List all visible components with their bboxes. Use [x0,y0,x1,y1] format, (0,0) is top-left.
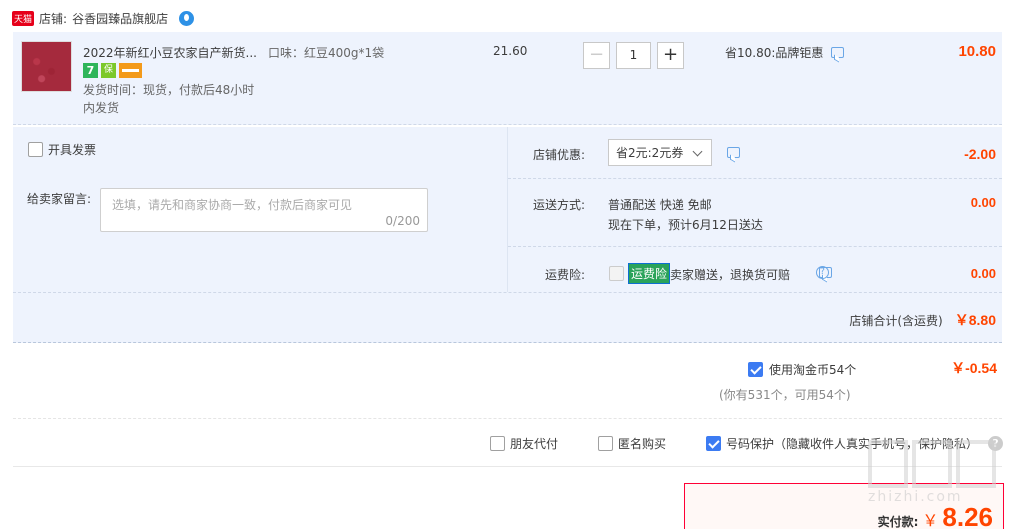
chevron-down-icon [692,146,703,157]
shop-discount-selected: 省2元:2元券 [616,146,684,160]
question-icon[interactable]: ? [816,266,829,279]
friend-pay-label: 朋友代付 [510,437,559,451]
invoice-checkbox[interactable] [28,142,43,157]
item-thumbnail[interactable] [21,41,72,92]
shop-discount-label: 店铺优惠: [533,148,586,162]
divider [508,178,1002,179]
insurance-amount: 0.00 [970,266,996,281]
card-payment-icon [119,63,142,78]
wangwang-chat-icon[interactable] [179,10,195,26]
unit-price: 21.60 [493,44,528,58]
message-label: 给卖家留言: [27,192,92,206]
shop-discount-select[interactable]: 省2元:2元券 [608,139,712,166]
promo-text: 省10.80:品牌钜惠 [725,44,845,61]
shop-total-label: 店铺合计(含运费) [849,313,943,328]
anonymous-checkbox[interactable] [598,436,613,451]
shipping-method: 普通配送 快递 免邮 [608,198,712,212]
quantity-input[interactable]: 1 [616,42,651,69]
shop-label: 店铺: [39,11,68,26]
anonymous-option[interactable]: 匿名购买 [598,435,666,452]
item-title[interactable]: 2022年新红小豆农家自产新货... [83,44,257,61]
guarantee-icon: 保 [101,63,116,78]
shipping-amount: 0.00 [970,195,996,210]
quantity-stepper[interactable]: − 1 + [583,42,684,69]
help-icon[interactable]: ? [988,436,1003,451]
item-variant: 口味：红豆400g*1袋 [268,46,385,60]
pay-currency: ￥ [922,511,939,529]
divider [13,292,1002,293]
ship-time-line2: 内发货 [83,101,120,115]
item-row: 2022年新红小豆农家自产新货... 7 保 发货时间：现货，付款后48小时 内… [13,32,1002,125]
payment-summary-box: 实付款: ￥ 8.26 [684,483,1004,529]
coins-label: 使用淘金币54个 [769,363,857,377]
shop-name[interactable]: 谷香园臻品旗舰店 [72,10,168,27]
ship-time: 发货时间：现货，付款后48小时 内发货 [83,81,254,117]
pay-amount: 8.26 [942,502,993,529]
item-badges: 7 保 [83,63,142,78]
right-column-divider [507,127,508,292]
insurance-tag: 运费险 [628,263,671,284]
pay-label: 实付款: [877,515,919,529]
message-placeholder: 选填，请先和商家协商一致，付款后商家可见 [112,198,353,212]
coins-checkbox[interactable] [748,362,763,377]
promo-info-icon[interactable] [831,47,845,58]
order-options-panel: 开具发票 给卖家留言: 选填，请先和商家协商一致，付款后商家可见 0/200 店… [13,127,1002,343]
anonymous-label: 匿名购买 [618,437,667,451]
number-protect-option[interactable]: 号码保护（隐藏收件人真实手机号，保护隐私） [706,435,978,452]
discount-info-icon[interactable] [727,147,740,158]
insurance-checkbox [609,266,624,281]
number-protect-checkbox[interactable] [706,436,721,451]
divider [13,466,1002,467]
invoice-option[interactable]: 开具发票 [28,141,96,158]
shipping-eta: 现在下单，预计6月12日送达 [608,218,763,232]
invoice-label: 开具发票 [48,143,97,157]
tmall-logo-icon: 天猫 [12,10,35,26]
coins-note: (你有531个，可用54个) [719,388,851,402]
insurance-desc: 卖家赠送，退换货可赔 [670,268,791,282]
coins-amount: ￥-0.54 [951,360,997,376]
ship-time-line1: 发货时间：现货，付款后48小时 [83,83,255,97]
message-textarea[interactable]: 选填，请先和商家协商一致，付款后商家可见 0/200 [100,188,428,232]
increase-button[interactable]: + [657,42,684,69]
insurance-label: 运费险: [545,268,586,282]
shop-total: 店铺合计(含运费) ￥8.80 [849,310,996,330]
pay-row: 实付款: ￥ 8.26 [878,502,993,529]
shop-header: 天猫 店铺: 谷香园臻品旗舰店 [12,8,195,28]
coins-option[interactable]: 使用淘金币54个 [748,361,856,378]
seven-day-return-icon: 7 [83,63,98,78]
promo-label: 省10.80:品牌钜惠 [725,46,824,60]
friend-pay-option[interactable]: 朋友代付 [490,435,558,452]
message-counter: 0/200 [385,214,420,228]
shop-total-amount: ￥8.80 [954,312,996,328]
decrease-button[interactable]: − [583,42,610,69]
shipping-label: 运送方式: [533,198,586,212]
number-protect-label: 号码保护（隐藏收件人真实手机号，保护隐私） [726,437,979,451]
divider [508,246,1002,247]
item-subtotal: 10.80 [958,43,996,60]
friend-pay-checkbox[interactable] [490,436,505,451]
divider [13,418,1002,419]
shop-discount-amount: -2.00 [964,146,996,162]
